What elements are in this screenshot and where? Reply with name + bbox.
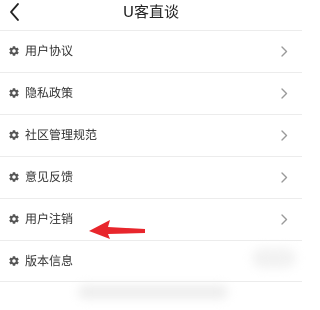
chevron-right-icon	[281, 46, 288, 57]
menu-item-label: 用户注销	[25, 212, 74, 226]
blurred-footer	[78, 285, 228, 299]
menu-item-privacy-policy[interactable]: 隐私政策	[0, 72, 302, 114]
menu-item-label: 社区管理规范	[25, 128, 98, 142]
header: U客直谈	[0, 0, 302, 28]
gear-icon	[9, 214, 19, 224]
menu-item-label: 版本信息	[25, 254, 74, 268]
menu-item-community-rules[interactable]: 社区管理规范	[0, 114, 302, 156]
gear-icon	[9, 172, 19, 182]
chevron-right-icon	[281, 130, 288, 141]
gear-icon	[9, 46, 19, 56]
gear-icon	[9, 88, 19, 98]
menu-item-account-deletion[interactable]: 用户注销	[0, 198, 302, 240]
chevron-right-icon	[281, 88, 288, 99]
gear-icon	[9, 130, 19, 140]
menu-item-label: 意见反馈	[25, 170, 74, 184]
chevron-right-icon	[281, 172, 288, 183]
gear-icon	[9, 256, 19, 266]
menu-item-user-agreement[interactable]: 用户协议	[0, 30, 302, 72]
settings-list: 用户协议 隐私政策 社区管理规范 意见反馈 用户注销 版本信息	[0, 30, 302, 282]
menu-item-label: 用户协议	[25, 44, 74, 58]
menu-item-label: 隐私政策	[25, 86, 74, 100]
menu-item-feedback[interactable]: 意见反馈	[0, 156, 302, 198]
settings-page: U客直谈 用户协议 隐私政策 社区管理规范 意见反馈 用户注销 版本信息	[0, 0, 302, 310]
blurred-value	[252, 248, 296, 268]
red-arrow-annotation	[89, 220, 145, 239]
chevron-right-icon	[281, 214, 288, 225]
page-title: U客直谈	[123, 3, 179, 21]
